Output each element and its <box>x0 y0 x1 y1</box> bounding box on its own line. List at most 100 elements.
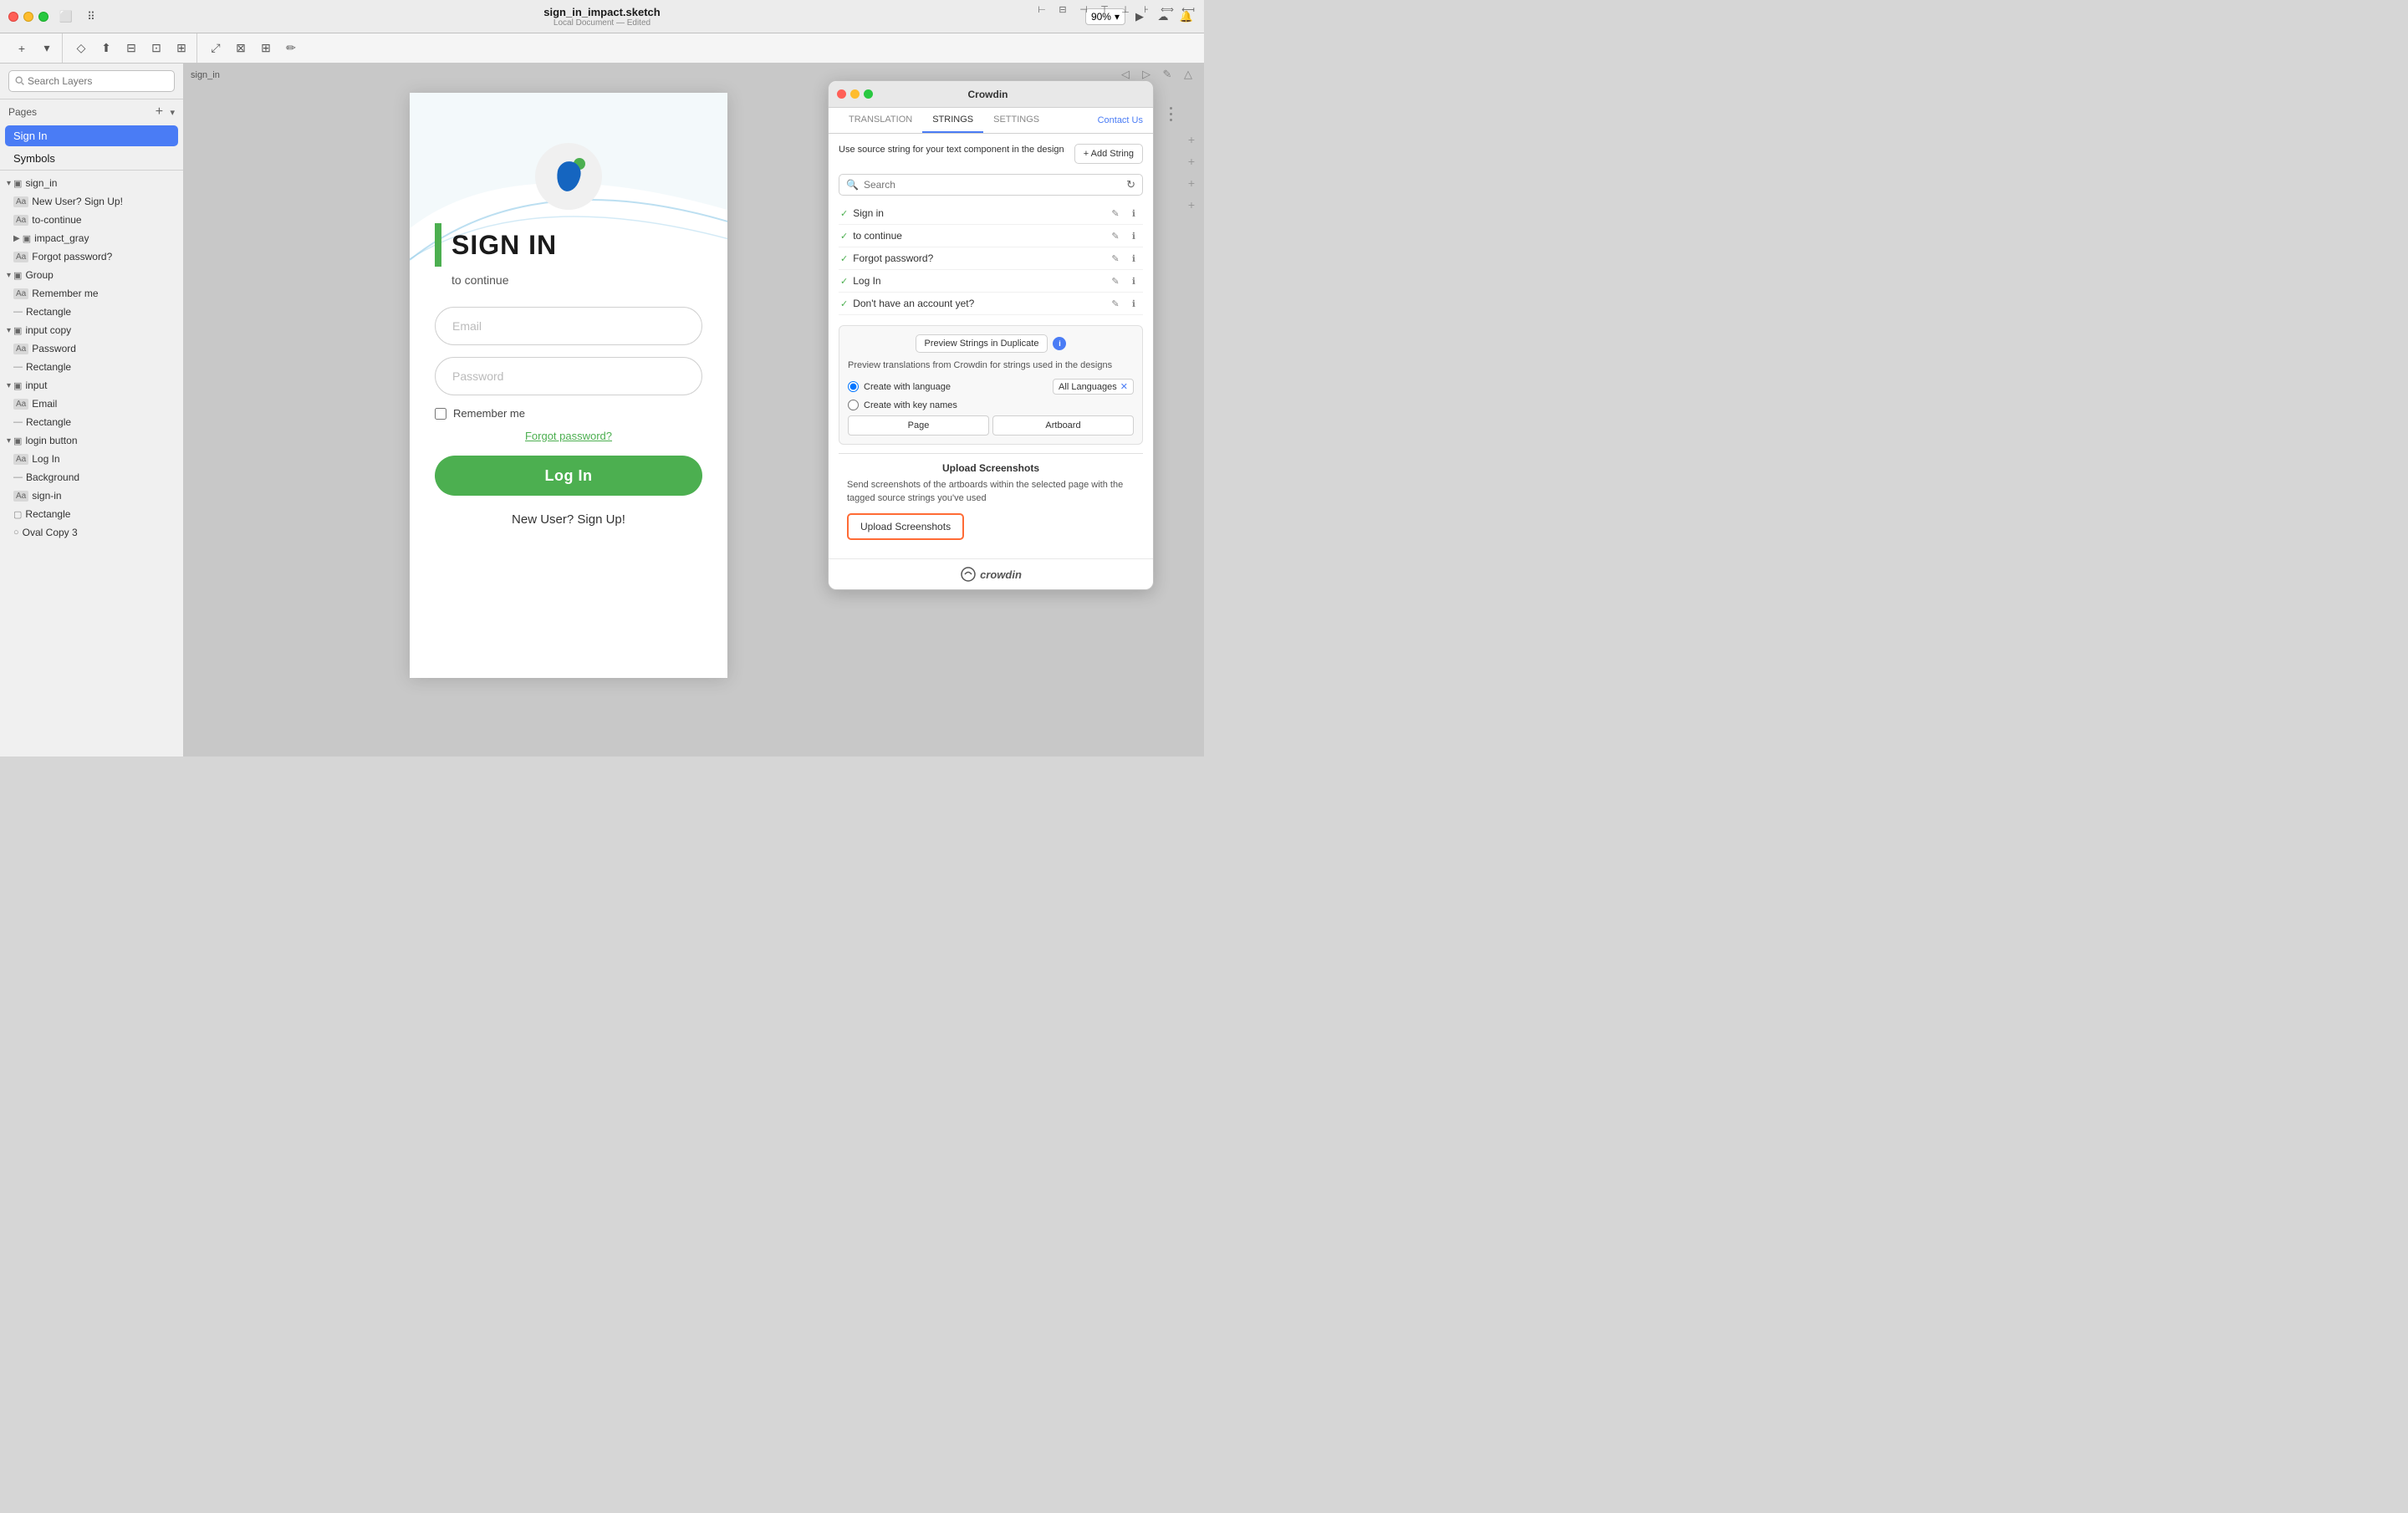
tab-translation[interactable]: TRANSLATION <box>839 108 922 133</box>
layer-remember-me[interactable]: Aa Remember me <box>0 284 183 303</box>
add-page-icon[interactable]: + <box>151 104 166 120</box>
check-icon-4: ✓ <box>840 276 848 287</box>
search-layers-input[interactable] <box>8 70 175 92</box>
layer-password[interactable]: Aa Password <box>0 339 183 358</box>
align-right-icon[interactable]: ⊣ <box>1074 0 1093 18</box>
layer-login-button[interactable]: ▾ ▣ login button <box>0 431 183 450</box>
layer-to-continue[interactable]: Aa to-continue <box>0 211 183 229</box>
tab-artboard[interactable]: Artboard <box>992 415 1134 436</box>
page-item-signin[interactable]: Sign In <box>5 125 178 146</box>
forgot-password-link[interactable]: Forgot password? <box>525 430 612 442</box>
info-icon-1[interactable]: ℹ <box>1126 206 1141 221</box>
radio-create-language[interactable] <box>848 381 859 392</box>
align-center-v-icon[interactable]: ⊥ <box>1116 0 1135 18</box>
add-button[interactable]: + <box>10 38 33 59</box>
info-icon-2[interactable]: ℹ <box>1126 228 1141 243</box>
plus-bot-icon[interactable]: + <box>1182 174 1201 192</box>
expand-sign-in-icon: ▾ <box>7 179 11 188</box>
add-string-button[interactable]: + Add String <box>1074 144 1143 164</box>
distribute-v-icon[interactable]: ⟻ <box>1179 0 1197 18</box>
tab-settings[interactable]: SETTINGS <box>983 108 1049 133</box>
layer-background[interactable]: — Background <box>0 468 183 487</box>
add-group: + ▾ <box>7 33 63 63</box>
email-input[interactable] <box>435 307 702 345</box>
pen-icon[interactable]: ✏ <box>279 38 303 59</box>
upload-screenshots-button[interactable]: Upload Screenshots <box>847 513 964 540</box>
pen2-icon[interactable]: ✎ <box>1158 65 1176 84</box>
info-icon-4[interactable]: ℹ <box>1126 273 1141 288</box>
layout2-icon[interactable]: ⊞ <box>254 38 278 59</box>
edit-icon-1[interactable]: ✎ <box>1108 206 1123 221</box>
layer-rectangle-1[interactable]: — Rectangle <box>0 303 183 321</box>
grid-view-icon[interactable]: ⠿ <box>82 8 100 26</box>
minimize-button[interactable] <box>23 12 33 22</box>
layer-oval-copy-3[interactable]: ○ Oval Copy 3 <box>0 523 183 542</box>
edit-icon-5[interactable]: ✎ <box>1108 296 1123 311</box>
diamond-icon[interactable]: ◇ <box>69 38 93 59</box>
strings-list: ✓ Sign in ✎ ℹ ✓ to continue ✎ ℹ <box>839 202 1143 315</box>
preview-strings-button[interactable]: Preview Strings in Duplicate <box>916 334 1048 353</box>
plus-top-icon[interactable]: + <box>1182 130 1201 149</box>
layer-new-user[interactable]: Aa New User? Sign Up! <box>0 192 183 211</box>
align-left-icon[interactable]: ⊢ <box>1033 0 1051 18</box>
language-selector[interactable]: All Languages ✕ <box>1053 379 1134 395</box>
preview-info-icon[interactable]: i <box>1053 337 1066 350</box>
right-rail: + + + + <box>1182 130 1201 214</box>
crop-icon[interactable]: ⊞ <box>170 38 193 59</box>
sliders-icon[interactable]: ⊟ <box>120 38 143 59</box>
refresh-icon[interactable]: ↻ <box>1126 178 1135 191</box>
pages-chevron-icon[interactable]: ▾ <box>170 107 175 118</box>
toolbar: + ▾ ◇ ⬆ ⊟ ⊡ ⊞ ⤢ ⊠ ⊞ ✏ <box>0 33 1204 64</box>
language-x-icon[interactable]: ✕ <box>1120 381 1128 392</box>
traffic-lights <box>8 12 48 22</box>
crowdin-search-input[interactable] <box>864 179 1126 191</box>
sidebar-toggle-icon[interactable]: ⬜ <box>57 8 75 26</box>
add-dropdown-button[interactable]: ▾ <box>35 38 59 59</box>
layer-rectangle-3[interactable]: — Rectangle <box>0 413 183 431</box>
info-icon-3[interactable]: ℹ <box>1126 251 1141 266</box>
frame-icon[interactable]: ⊡ <box>145 38 168 59</box>
align-top-icon[interactable]: ⊤ <box>1095 0 1114 18</box>
layer-rectangle-2[interactable]: — Rectangle <box>0 358 183 376</box>
layer-log-in-text[interactable]: Aa Log In <box>0 450 183 468</box>
login-button[interactable]: Log In <box>435 456 702 496</box>
remember-checkbox[interactable] <box>435 408 446 420</box>
layer-email[interactable]: Aa Email <box>0 395 183 413</box>
tab-strings[interactable]: STRINGS <box>922 108 983 133</box>
tab-page[interactable]: Page <box>848 415 989 436</box>
info-icon-5[interactable]: ℹ <box>1126 296 1141 311</box>
layer-background-label: Background <box>26 471 176 483</box>
align-center-h-icon[interactable]: ⊟ <box>1054 0 1072 18</box>
move-icon[interactable]: ⤢ <box>204 38 227 59</box>
plus-mid-icon[interactable]: + <box>1182 152 1201 171</box>
contact-us-link[interactable]: Contact Us <box>1098 109 1143 132</box>
layer-impact-gray[interactable]: ▶ ▣ impact_gray <box>0 229 183 247</box>
arrow-up-icon[interactable]: △ <box>1179 65 1197 84</box>
layer-rectangle-4[interactable]: ▢ Rectangle <box>0 505 183 523</box>
layer-input[interactable]: ▾ ▣ input <box>0 376 183 395</box>
layer-impact-gray-label: impact_gray <box>34 232 176 244</box>
layer-sign-in-text[interactable]: Aa sign-in <box>0 487 183 505</box>
layer-sign-in-group[interactable]: ▾ ▣ sign_in <box>0 174 183 192</box>
plus-ext-icon[interactable]: + <box>1182 196 1201 214</box>
edit-icon-2[interactable]: ✎ <box>1108 228 1123 243</box>
layer-group[interactable]: ▾ ▣ Group <box>0 266 183 284</box>
to-continue-text: to continue <box>452 273 509 287</box>
distribute-h-icon[interactable]: ⟺ <box>1158 0 1176 18</box>
layer-forgot[interactable]: Aa Forgot password? <box>0 247 183 266</box>
crowdin-maximize-button[interactable] <box>864 89 873 99</box>
radio-create-keys[interactable] <box>848 400 859 410</box>
main-layout: Pages + ▾ Sign In Symbols ▾ ▣ sign_in Aa… <box>0 64 1204 756</box>
password-input[interactable] <box>435 357 702 395</box>
edit-icon-4[interactable]: ✎ <box>1108 273 1123 288</box>
upload-icon[interactable]: ⬆ <box>94 38 118 59</box>
close-button[interactable] <box>8 12 18 22</box>
scale-icon[interactable]: ⊠ <box>229 38 253 59</box>
align-bottom-icon[interactable]: ⊦ <box>1137 0 1156 18</box>
crowdin-minimize-button[interactable] <box>850 89 860 99</box>
crowdin-close-button[interactable] <box>837 89 846 99</box>
edit-icon-3[interactable]: ✎ <box>1108 251 1123 266</box>
page-item-symbols[interactable]: Symbols <box>5 148 178 169</box>
maximize-button[interactable] <box>38 12 48 22</box>
layer-input-copy[interactable]: ▾ ▣ input copy <box>0 321 183 339</box>
